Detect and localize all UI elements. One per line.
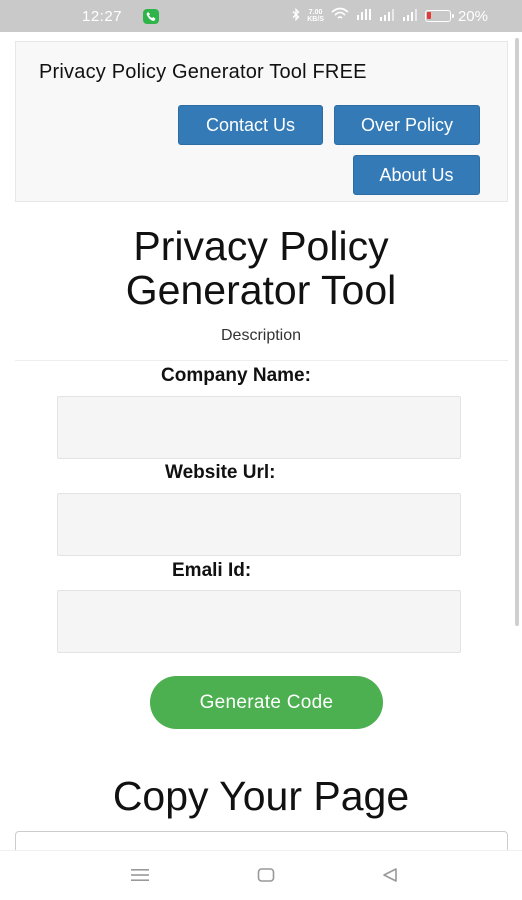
status-bar: 12:27 7.00 KB/S 20%	[0, 0, 522, 32]
system-nav-bar	[0, 850, 522, 900]
company-name-label: Company Name:	[161, 365, 311, 386]
about-us-button[interactable]: About Us	[353, 155, 480, 195]
page-title: Privacy Policy Generator Tool	[0, 224, 522, 312]
email-id-input[interactable]	[57, 590, 461, 653]
home-icon[interactable]	[257, 867, 275, 888]
website-url-input[interactable]	[57, 493, 461, 556]
net-speed-value: 7.00	[308, 9, 323, 16]
screen: 12:27 7.00 KB/S 20% Privacy Policy Gener…	[0, 0, 522, 900]
page-description: Description	[220, 327, 302, 344]
net-speed-unit: KB/S	[307, 16, 324, 23]
page-title-line-1: Privacy Policy	[133, 223, 389, 269]
status-time: 12:27	[82, 8, 123, 25]
back-icon[interactable]	[381, 867, 399, 888]
site-brand[interactable]: Privacy Policy Generator Tool FREE	[39, 61, 367, 84]
signal-icon	[402, 8, 418, 25]
contact-us-button[interactable]: Contact Us	[178, 105, 323, 145]
battery-icon	[424, 10, 454, 22]
divider	[15, 360, 508, 361]
copy-your-page-heading: Copy Your Page	[112, 773, 410, 819]
net-speed: 7.00 KB/S	[307, 9, 324, 23]
site-header: Privacy Policy Generator Tool FREE Conta…	[15, 41, 508, 202]
over-policy-button[interactable]: Over Policy	[334, 105, 480, 145]
page-title-line-2: Generator Tool	[125, 267, 397, 313]
website-url-label: Website Url:	[165, 462, 276, 483]
menu-icon[interactable]	[131, 867, 149, 888]
email-id-label: Emali Id:	[172, 560, 252, 581]
battery-percent: 20%	[457, 7, 488, 25]
phone-call-icon	[143, 9, 159, 24]
company-name-input[interactable]	[57, 396, 461, 459]
bluetooth-icon	[292, 7, 300, 25]
battery-level	[426, 12, 431, 19]
status-icons: 7.00 KB/S 20%	[292, 7, 488, 25]
signal-icon	[379, 8, 395, 25]
wifi-icon	[331, 7, 349, 25]
generate-code-button[interactable]: Generate Code	[150, 676, 383, 729]
volte-icon	[356, 8, 372, 25]
